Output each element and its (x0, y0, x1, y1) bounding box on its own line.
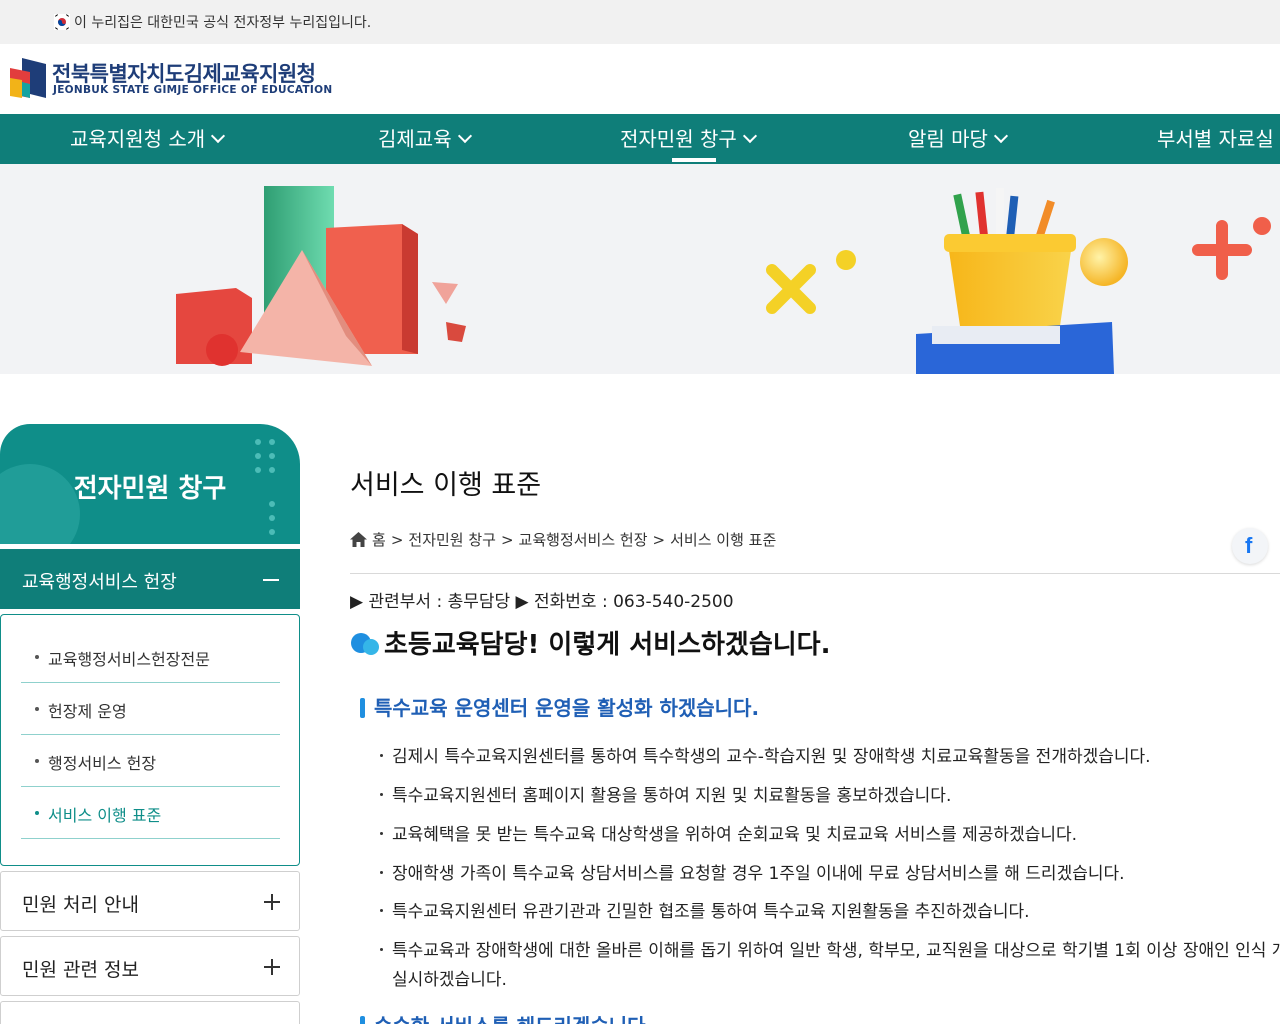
sidebar-subitem-label: 서비스 이행 표준 (48, 806, 162, 825)
nav-item-label: 교육지원청 소개 (70, 127, 206, 151)
sidebar-group-label: 민원 처리 안내 (22, 894, 139, 916)
bullet-dot (380, 793, 383, 796)
korea-flag-icon (54, 14, 70, 30)
sidebar-subitem-charter-full[interactable]: 교육행정서비스헌장전문 (21, 631, 280, 683)
sidebar-group-more[interactable] (0, 1001, 300, 1024)
breadcrumb: 홈 > 전자민원 창구 > 교육행정서비스 헌장 > 서비스 이행 표준 (350, 529, 776, 550)
nav-item-label: 부서별 자료실 (1157, 127, 1274, 151)
list-item-text: 김제시 특수교육지원센터를 통하여 특수학생의 교수-학습지원 및 장애학생 치… (392, 747, 1151, 767)
bullet-dot (380, 909, 383, 912)
list-item-text: 특수교육지원센터 홈페이지 활용을 통하여 지원 및 치료활동을 홍보하겠습니다… (392, 786, 952, 806)
hero-banner (0, 164, 1280, 374)
home-icon[interactable] (350, 532, 367, 547)
list-item-text: 실시하겠습니다. (392, 970, 507, 990)
sidebar-subitem-label: 행정서비스 헌장 (48, 754, 157, 773)
nav-item-label: 전자민원 창구 (620, 127, 737, 151)
list-item-text: 특수교육지원센터 유관기관과 긴밀한 협조를 통하여 특수교육 지원활동을 추진… (392, 902, 1030, 922)
sidebar-title: 전자민원 창구 (73, 474, 227, 504)
gov-banner: 이 누리집은 대한민국 공식 전자정부 누리집입니다. (0, 0, 1280, 44)
sidebar-group-service-charter[interactable]: 교육행정서비스 헌장 (0, 549, 300, 609)
sidebar-group-label: 민원 관련 정보 (22, 959, 139, 981)
sidebar-group-label: 교육행정서비스 헌장 (22, 572, 177, 593)
breadcrumb-current: 서비스 이행 표준 (670, 531, 777, 549)
heading-bar (360, 1016, 365, 1024)
gov-banner-text[interactable]: 이 누리집은 대한민국 공식 전자정부 누리집입니다. (74, 12, 371, 32)
hero-illustration (176, 186, 1271, 374)
bullet-dot (380, 754, 383, 757)
bullet-dot (35, 759, 39, 763)
nav-item-e-civil[interactable]: 전자민원 창구 (620, 114, 757, 164)
chevron-down-icon (993, 128, 1009, 144)
nav-item-label: 알림 마당 (908, 127, 988, 151)
facebook-share-button[interactable]: f (1232, 528, 1268, 564)
breadcrumb-home[interactable]: 홈 (372, 531, 386, 549)
sidebar-subitem-label: 헌장제 운영 (48, 702, 127, 721)
bullet-dot (35, 655, 39, 659)
logo-emblem-icon[interactable] (8, 58, 48, 102)
sidebar-subitem-label: 교육행정서비스헌장전문 (48, 650, 210, 669)
content-divider (350, 573, 1280, 574)
sidebar-submenu: 교육행정서비스헌장전문 헌장제 운영 행정서비스 헌장 서비스 이행 표준 (0, 614, 300, 866)
bullet-dot (35, 811, 39, 815)
list-item-text: 장애학생 가족이 특수교육 상담서비스를 요청할 경우 1주일 이내에 무료 상… (392, 864, 1125, 884)
minus-icon (263, 579, 279, 581)
nav-item-gimje-education[interactable]: 김제교육 (378, 114, 472, 164)
chevron-down-icon (457, 128, 472, 144)
sidebar-group-civil-guide[interactable]: 민원 처리 안내 (0, 871, 300, 931)
breadcrumb-separator: > (390, 531, 404, 549)
breadcrumb-item[interactable]: 교육행정서비스 헌장 (519, 531, 648, 549)
plus-icon-stem (271, 959, 273, 975)
breadcrumb-separator: > (652, 531, 666, 549)
nav-item-notice[interactable]: 알림 마당 (908, 114, 1009, 164)
section-heading-text: 순순한 서비스를 해드리겠습니다 (374, 1014, 646, 1024)
main-heading-text: 초등교육담당! 이렇게 서비스하겠습니다. (384, 630, 831, 660)
bullet-dot (380, 948, 383, 951)
section-heading: 특수교육 운영센터 운영을 활성화 하겠습니다. (360, 692, 759, 721)
nav-active-indicator (672, 158, 716, 162)
chevron-down-icon (742, 128, 757, 144)
main-heading: 초등교육담당! 이렇게 서비스하겠습니다. (350, 624, 830, 661)
main-nav: 교육지원청 소개 김제교육 전자민원 창구 알림 마당 부서별 자료실 (0, 114, 1280, 164)
chevron-down-icon (211, 128, 226, 144)
nav-item-label: 김제교육 (378, 127, 452, 151)
section-heading: 순순한 서비스를 해드리겠습니다 (360, 1010, 646, 1024)
speech-bubble-icon (351, 633, 379, 655)
sidebar-subitem-admin-charter[interactable]: 행정서비스 헌장 (21, 735, 280, 787)
heading-bar (360, 698, 365, 718)
bullet-dot (380, 832, 383, 835)
breadcrumb-item[interactable]: 전자민원 창구 (408, 531, 496, 549)
sidebar-subitem-charter-operation[interactable]: 헌장제 운영 (21, 683, 280, 735)
sidebar-header: 전자민원 창구 (0, 424, 300, 544)
sidebar-group-civil-info[interactable]: 민원 관련 정보 (0, 936, 300, 996)
site-header: 전북특별자치도김제교육지원청 JEONBUK STATE GIMJE OFFIC… (0, 44, 1280, 114)
nav-item-intro[interactable]: 교육지원청 소개 (70, 114, 226, 164)
bullet-dot (35, 707, 39, 711)
nav-item-dept-archive[interactable]: 부서별 자료실 (1157, 114, 1274, 164)
list-item-text: 교육혜택을 못 받는 특수교육 대상학생을 위하여 순회교육 및 치료교육 서비… (392, 825, 1078, 845)
page-title: 서비스 이행 표준 (350, 470, 542, 501)
facebook-icon: f (1245, 533, 1253, 558)
dept-contact-line: ▶ 관련부서 : 총무담당 ▶ 전화번호 : 063-540-2500 (350, 592, 734, 612)
section-heading-text: 특수교육 운영센터 운영을 활성화 하겠습니다. (374, 696, 760, 720)
bullet-dot (380, 871, 383, 874)
sidebar-subitem-service-standard[interactable]: 서비스 이행 표준 (21, 787, 280, 839)
list-item-text: 특수교육과 장애학생에 대한 올바른 이해를 돕기 위하여 일반 학생, 학부모… (392, 941, 1280, 961)
breadcrumb-separator: > (500, 531, 514, 549)
logo-name-en: JEONBUK STATE GIMJE OFFICE OF EDUCATION (53, 84, 333, 96)
plus-icon-stem (271, 894, 273, 910)
